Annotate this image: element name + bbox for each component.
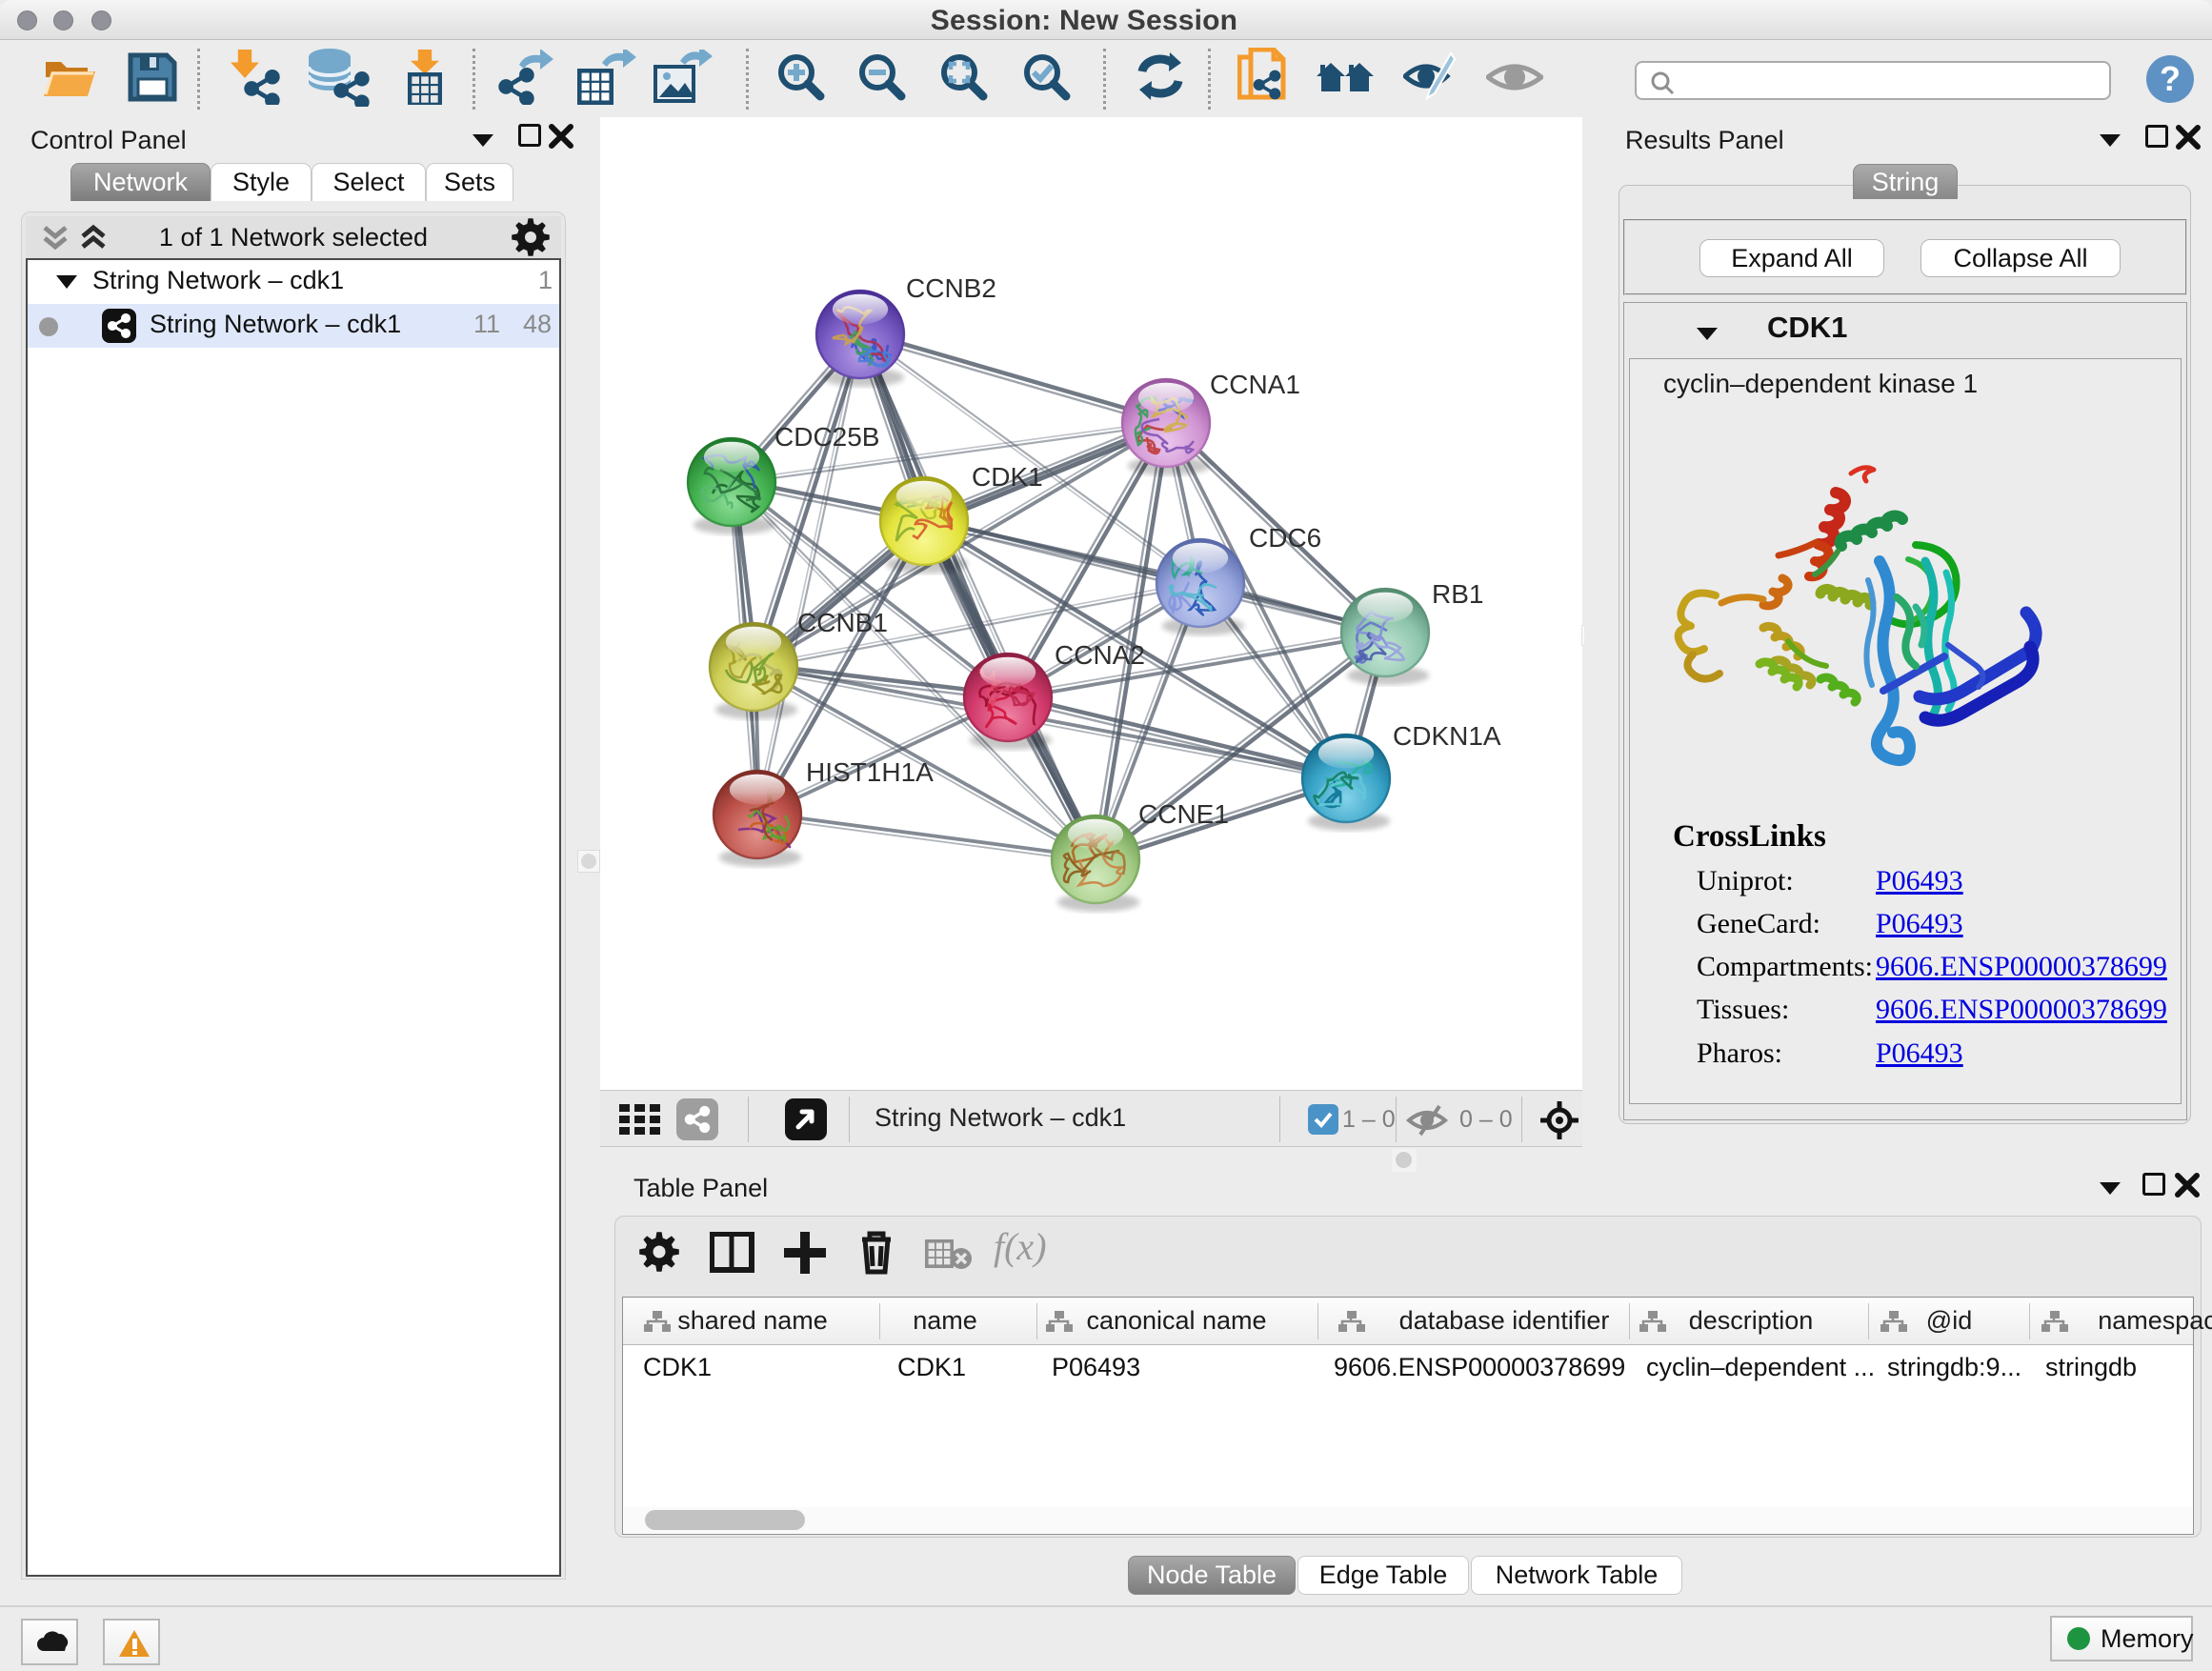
svg-text:CDC6: CDC6 bbox=[1249, 523, 1321, 553]
svg-text:CCNA2: CCNA2 bbox=[1055, 640, 1145, 670]
svg-text:CCNE1: CCNE1 bbox=[1138, 799, 1229, 829]
svg-text:RB1: RB1 bbox=[1432, 579, 1483, 609]
svg-text:CDKN1A: CDKN1A bbox=[1393, 721, 1501, 751]
svg-text:HIST1H1A: HIST1H1A bbox=[806, 757, 934, 787]
svg-text:CCNA1: CCNA1 bbox=[1210, 370, 1300, 399]
svg-text:CDK1: CDK1 bbox=[972, 462, 1043, 492]
svg-text:CCNB2: CCNB2 bbox=[906, 273, 996, 303]
svg-text:CCNB1: CCNB1 bbox=[797, 608, 888, 637]
svg-text:CDC25B: CDC25B bbox=[774, 422, 879, 452]
svg-text:?: ? bbox=[2160, 59, 2181, 98]
